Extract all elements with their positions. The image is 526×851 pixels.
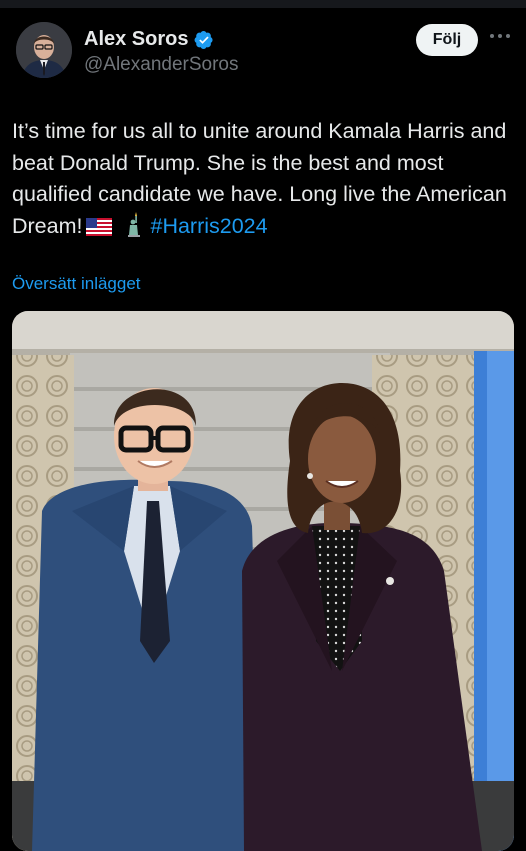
author-handle[interactable]: @AlexanderSoros: [84, 54, 238, 76]
translate-post-link[interactable]: Översätt inlägget: [12, 274, 141, 294]
author-name-row: Alex Soros: [84, 28, 214, 51]
us-flag-icon: [86, 217, 113, 236]
statue-of-liberty-icon: [128, 211, 141, 237]
verified-badge-icon: [195, 30, 214, 49]
tweet-photo[interactable]: [12, 311, 514, 851]
avatar-photo-icon: [16, 22, 72, 78]
hashtag-link[interactable]: #Harris2024: [150, 214, 267, 238]
author-avatar[interactable]: [16, 22, 72, 78]
follow-button[interactable]: Följ: [416, 24, 478, 56]
top-strip: [0, 0, 526, 8]
author-display-name[interactable]: Alex Soros: [84, 28, 188, 51]
tweet-text: It’s time for us all to unite around Kam…: [12, 116, 512, 242]
more-options-icon[interactable]: [490, 32, 514, 40]
photo-image: [12, 311, 514, 851]
